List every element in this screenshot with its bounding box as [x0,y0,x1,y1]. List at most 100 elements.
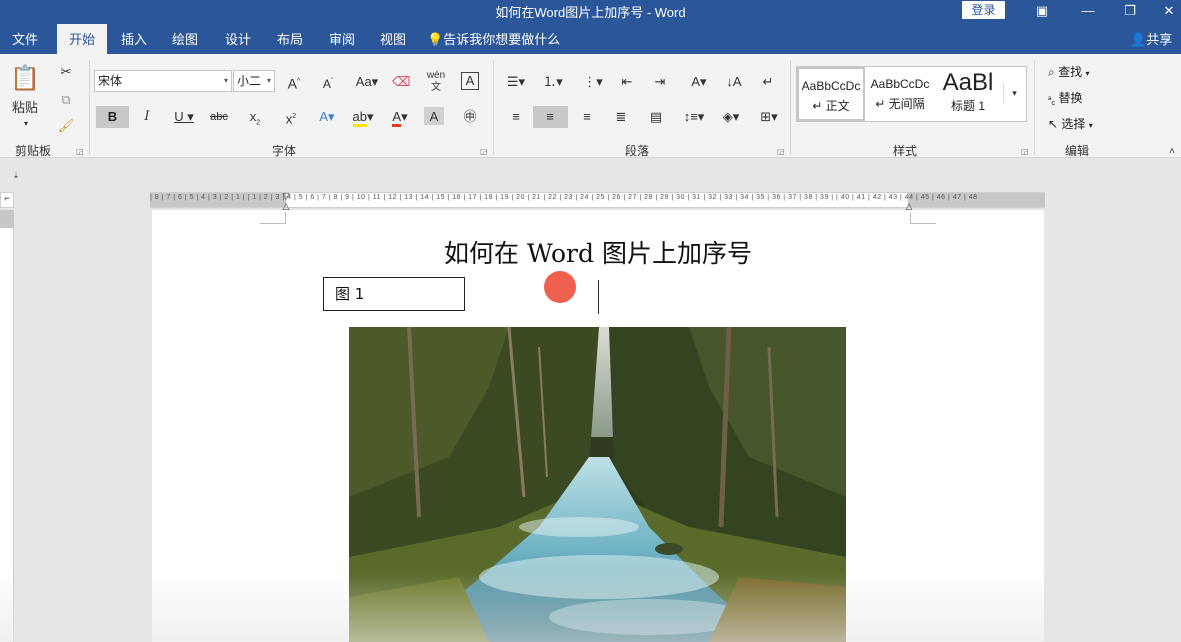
style-heading-1-label: 标题 1 [950,99,985,113]
styles-launcher-icon[interactable]: ◲ [1021,147,1029,156]
phonetic-guide-icon[interactable]: wén 文 [426,70,446,94]
chevron-down-icon: ▾ [1085,69,1090,78]
font-size-value: 小二 [237,74,262,88]
replace-button[interactable]: ᵃc 替换 [1048,89,1082,107]
grow-font-icon[interactable]: A^ [284,72,304,94]
change-case-icon[interactable]: Aa▾ [354,72,380,92]
forest-river-photo[interactable] [349,327,846,642]
line-spacing-icon[interactable]: ↕≡▾ [680,107,708,127]
font-name-select[interactable]: 宋体 ▾ [94,70,232,92]
multilevel-list-icon[interactable]: ⋮▾ [580,72,606,92]
font-color-icon[interactable]: A▾ [386,107,414,127]
character-shading-icon[interactable]: A [424,107,444,125]
tab-insert[interactable]: 插入 [115,24,153,54]
lightbulb-icon: 💡 [427,32,444,47]
vertical-ruler[interactable] [0,210,14,642]
login-button[interactable]: 登录 [962,1,1005,19]
document-title[interactable]: 如何在 Word 图片上加序号 [152,234,1044,270]
subscript-button[interactable]: x2 [245,107,265,134]
styles-gallery: AaBbCcDc ↵ 正文 AaBbCcDc ↵ 无间隔 AaBl 标题 1 ▾ [796,66,1027,122]
tab-home[interactable]: 开始 [57,24,107,54]
cut-icon[interactable]: ✂ [56,62,76,82]
copy-icon[interactable]: ⧉ [56,90,76,110]
strikethrough-button[interactable]: abc [208,107,230,127]
paragraph-launcher-icon[interactable]: ◲ [777,147,785,156]
character-border-icon[interactable]: A [461,72,479,90]
tab-selector[interactable]: ⌐ [0,192,14,208]
increase-indent-icon[interactable]: ⇥ [650,72,670,92]
distributed-icon[interactable]: ▤ [646,107,666,127]
clipboard-group-label: 剪贴板 [14,144,51,158]
group-separator [790,60,791,154]
font-name-value: 宋体 [98,74,123,88]
document-page[interactable]: 如何在 Word 图片上加序号 图 1 [152,210,1044,642]
editing-group-label: 编辑 [1064,144,1089,158]
share-button[interactable]: 👤共享 [1130,24,1172,54]
tab-review[interactable]: 审阅 [323,24,361,54]
tab-draw[interactable]: 绘图 [166,24,204,54]
font-launcher-icon[interactable]: ◲ [480,147,488,156]
select-label: 选择 [1061,117,1086,131]
align-right-icon[interactable]: ≡ [577,107,597,127]
title-bar: 如何在Word图片上加序号 - Word 登录 ▣ — ❐ ✕ [0,0,1181,24]
justify-icon[interactable]: ≣ [611,107,631,127]
borders-icon[interactable]: ⊞▾ [754,107,784,127]
show-marks-icon[interactable]: ↵ [758,72,778,92]
group-separator [493,60,494,154]
superscript-button[interactable]: x2 [281,107,301,129]
tab-view[interactable]: 视图 [374,24,412,54]
minimize-icon[interactable]: — [1065,0,1111,24]
font-size-select[interactable]: 小二 ▾ [233,70,275,92]
chinese-layout-icon[interactable]: A▾ [686,72,712,92]
paste-icon[interactable]: 📋 [10,64,40,94]
shading-icon[interactable]: ◈▾ [716,107,746,127]
enclose-characters-icon[interactable]: ㊥ [460,107,480,127]
find-button[interactable]: ⌕ 查找 ▾ [1048,63,1089,80]
ribbon: 📋 粘贴 ▾ ✂ ⧉ 🖌 剪贴板 ◲ 宋体 ▾ 小二 ▾ A^ Aˇ Aa▾ ⌫… [0,54,1181,158]
underline-button[interactable]: U ▾ [170,107,198,127]
sort-icon[interactable]: ↓A [724,72,744,92]
clear-formatting-icon[interactable]: ⌫ [392,72,410,92]
decrease-indent-icon[interactable]: ⇤ [617,72,637,92]
chevron-down-icon: ▾ [223,76,228,85]
style-no-spacing[interactable]: AaBbCcDc ↵ 无间隔 [867,67,933,121]
group-separator [89,60,90,154]
cursor-arrow-icon: ↖ [1048,117,1059,131]
styles-group-label: 样式 [892,144,917,158]
styles-more-icon[interactable]: ▾ [1003,83,1025,103]
ruler-top-margin [0,210,14,228]
style-normal[interactable]: AaBbCcDc ↵ 正文 [797,67,865,121]
style-heading-1[interactable]: AaBl 标题 1 [935,67,1001,121]
format-painter-icon[interactable]: 🖌 [56,116,76,136]
bullets-icon[interactable]: ☰▾ [504,72,528,92]
tell-me-search[interactable]: 💡告诉我你想要做什么 [427,24,560,54]
shrink-font-icon[interactable]: Aˇ [318,72,338,94]
paste-dropdown-icon[interactable]: ▾ [16,114,36,134]
replace-icon: ᵃc [1048,94,1056,107]
margin-corner-mark [910,212,936,224]
chevron-down-icon: ▾ [266,76,271,85]
forest-river-image [349,327,846,642]
tab-design[interactable]: 设计 [219,24,257,54]
clipboard-launcher-icon[interactable]: ◲ [76,147,84,156]
highlight-color-icon[interactable]: ab▾ [348,107,378,127]
align-left-icon[interactable]: ≡ [506,107,526,127]
close-icon[interactable]: ✕ [1146,0,1181,24]
select-button[interactable]: ↖ 选择 ▾ [1048,115,1093,132]
ribbon-display-options-icon[interactable]: ▣ [1019,0,1065,24]
bold-button[interactable]: B [96,106,129,128]
customize-toolbar-icon[interactable]: ⇣ [10,166,22,186]
style-no-spacing-label: ↵ 无间隔 [875,97,925,111]
numbering-icon[interactable]: ⒈▾ [540,72,566,92]
replace-label: 替换 [1058,91,1083,105]
text-effects-icon[interactable]: A▾ [314,107,340,127]
first-line-indent-marker[interactable]: ▽ [280,191,292,201]
tab-layout[interactable]: 布局 [271,24,309,54]
tab-file[interactable]: 文件 [6,24,44,54]
caption-textbox[interactable]: 图 1 [323,277,465,311]
style-no-spacing-sample: AaBbCcDc [870,77,930,91]
horizontal-ruler[interactable]: | 8 | 7 | 6 | 5 | 4 | 3 | 2 | 1 | | 1 | … [150,191,1045,211]
style-heading-1-sample: AaBl [942,69,994,96]
italic-button[interactable]: I [139,107,155,127]
align-center-icon: ≡ [546,109,554,124]
